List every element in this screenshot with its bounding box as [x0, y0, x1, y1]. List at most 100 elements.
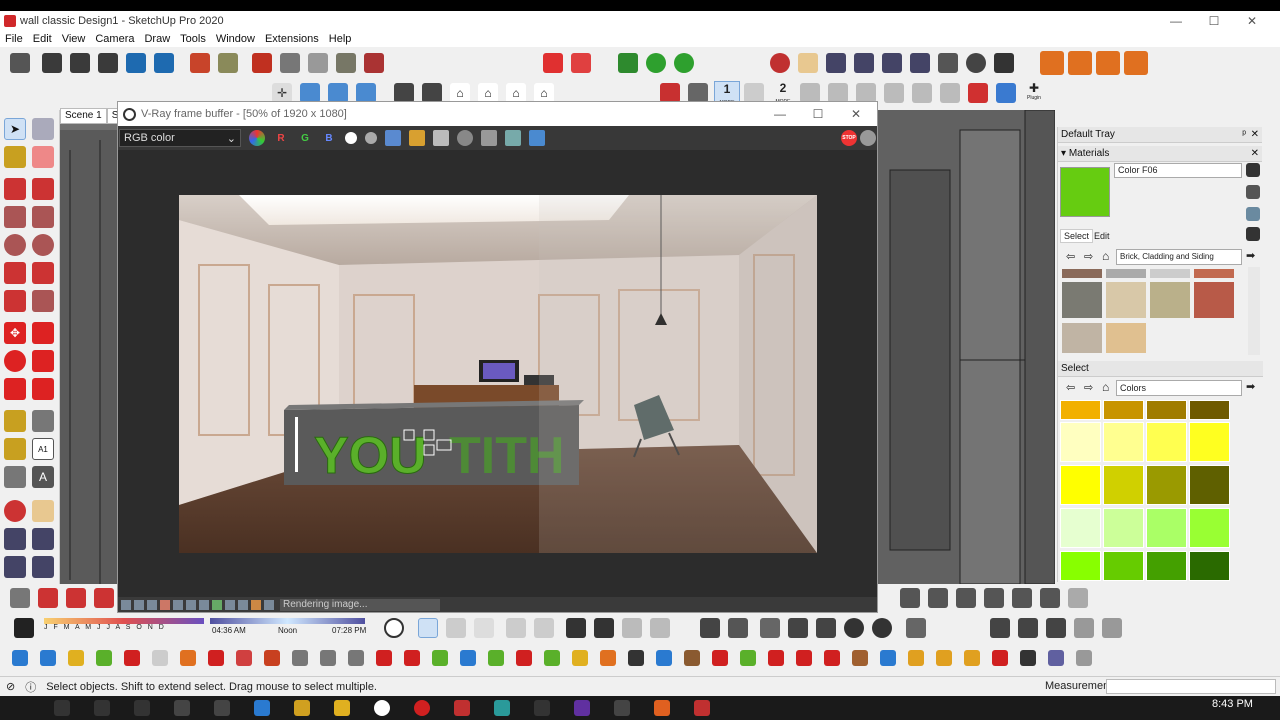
follow-me-icon[interactable]	[32, 350, 54, 372]
menu-window[interactable]: Window	[211, 33, 260, 45]
status-icon-11[interactable]	[251, 599, 261, 610]
status-icon-5[interactable]	[173, 599, 183, 610]
status-icon-1[interactable]	[121, 599, 131, 610]
edit-tab[interactable]: Edit	[1094, 231, 1110, 241]
time-slider-track[interactable]	[210, 618, 365, 624]
status-icon-10[interactable]	[238, 599, 248, 610]
dimension-icon[interactable]	[32, 410, 54, 432]
house2-icon[interactable]: ⌂	[478, 83, 498, 103]
pan-tool-icon[interactable]	[32, 500, 54, 522]
tool-x11-icon[interactable]	[1046, 618, 1066, 638]
materials-header[interactable]: ▾ Materials ✕	[1058, 146, 1262, 162]
color-swatch-3-2[interactable]	[1146, 508, 1187, 548]
back-view-icon[interactable]	[422, 83, 442, 103]
arc3-icon[interactable]	[4, 290, 26, 312]
plugin-tool-37-icon[interactable]	[1020, 650, 1036, 666]
tool-c-icon[interactable]	[856, 83, 876, 103]
status-icon-6[interactable]	[186, 599, 196, 610]
union-icon[interactable]	[308, 53, 328, 73]
plugin-tool-34-icon[interactable]	[936, 650, 952, 666]
track-mouse-icon[interactable]	[457, 130, 473, 146]
iso-view-icon[interactable]	[300, 83, 320, 103]
plugin-tool-21-icon[interactable]	[572, 650, 588, 666]
home-2-icon[interactable]: ⌂	[1102, 380, 1109, 394]
layout-icon[interactable]	[660, 83, 680, 103]
vfb-minimize-button[interactable]: —	[761, 102, 799, 126]
bottom-tool-4-icon[interactable]	[94, 588, 114, 608]
bottom-tool-6-icon[interactable]	[928, 588, 948, 608]
material-swatch-5[interactable]	[1106, 282, 1146, 318]
plugin-settings-icon[interactable]	[1124, 51, 1148, 75]
trim-icon[interactable]	[364, 53, 384, 73]
status-icon-2[interactable]	[134, 599, 144, 610]
tool-x12-icon[interactable]	[1074, 618, 1094, 638]
component-icon[interactable]	[98, 53, 118, 73]
create-material-icon[interactable]	[1246, 185, 1260, 199]
plugin-tool-1-icon[interactable]	[12, 650, 28, 666]
material-swatch-1[interactable]	[1106, 269, 1146, 278]
bottom-tool-9-icon[interactable]	[1012, 588, 1032, 608]
tape-measure-icon[interactable]	[4, 410, 26, 432]
minimize-button[interactable]: —	[1157, 11, 1195, 31]
menu-file[interactable]: File	[0, 33, 28, 45]
bottom-tool-7-icon[interactable]	[956, 588, 976, 608]
line-tool-icon[interactable]	[4, 178, 26, 200]
vray-interactive-icon[interactable]	[646, 53, 666, 73]
push-pull-icon[interactable]	[32, 322, 54, 344]
plugin-tool-23-icon[interactable]	[628, 650, 644, 666]
menu-tools[interactable]: Tools	[175, 33, 211, 45]
plugin-tool-33-icon[interactable]	[908, 650, 924, 666]
offset-icon[interactable]	[32, 378, 54, 400]
zoom-window-tool-icon[interactable]	[32, 528, 54, 550]
style-xray-icon[interactable]	[384, 618, 404, 638]
material-swatch-2[interactable]	[1150, 269, 1190, 278]
collection-select-1[interactable]: Brick, Cladding and Siding	[1116, 249, 1242, 265]
style-wire-icon[interactable]	[446, 618, 466, 638]
sample-paint-icon[interactable]	[1246, 227, 1260, 241]
material-name-field[interactable]: Color F06	[1114, 163, 1242, 178]
get-models-icon[interactable]	[10, 53, 30, 73]
plugin-tool-27-icon[interactable]	[740, 650, 756, 666]
bottom-tool-5-icon[interactable]	[900, 588, 920, 608]
scale-icon[interactable]	[4, 378, 26, 400]
freehand-icon[interactable]	[32, 178, 54, 200]
view-a-icon[interactable]	[566, 618, 586, 638]
taskbar-app-7-icon[interactable]	[374, 700, 390, 716]
back-arrow-2-icon[interactable]: ⇦	[1066, 381, 1075, 394]
plugin-tool-39-icon[interactable]	[1076, 650, 1092, 666]
plugin-tool-11-icon[interactable]	[292, 650, 308, 666]
status-icon-12[interactable]	[264, 599, 274, 610]
status-icon-7[interactable]	[199, 599, 209, 610]
rotate-icon[interactable]	[4, 350, 26, 372]
bottom-tool-11-icon[interactable]	[1068, 588, 1088, 608]
view-c-icon[interactable]	[622, 618, 642, 638]
stop-render-icon[interactable]: STOP	[841, 130, 857, 146]
style-shaded-icon[interactable]	[506, 618, 526, 638]
vfb-close-button[interactable]: ✕	[837, 102, 875, 126]
plugin-tool-35-icon[interactable]	[964, 650, 980, 666]
walk-icon[interactable]	[994, 53, 1014, 73]
eraser-icon[interactable]	[32, 146, 54, 168]
plugin-tool-28-icon[interactable]	[768, 650, 784, 666]
plugin-tool-26-icon[interactable]	[712, 650, 728, 666]
rotated-rect-icon[interactable]	[32, 206, 54, 228]
forward-arrow-icon[interactable]: ⇨	[1084, 250, 1093, 263]
style-texture-icon[interactable]	[534, 618, 554, 638]
section-plane-icon[interactable]	[190, 53, 210, 73]
tool-x6-icon[interactable]	[844, 618, 864, 638]
rectangle-icon[interactable]	[4, 206, 26, 228]
color-swatch-2-1[interactable]	[1103, 465, 1144, 505]
open-folder-icon[interactable]	[409, 130, 425, 146]
taskbar-app-5-icon[interactable]	[294, 700, 310, 716]
taskbar-app-13-icon[interactable]	[614, 700, 630, 716]
3d-text-icon[interactable]: A	[32, 466, 54, 488]
bottom-tool-2-icon[interactable]	[38, 588, 58, 608]
top-view-icon[interactable]	[328, 83, 348, 103]
extension-warehouse-icon[interactable]	[154, 53, 174, 73]
taskbar-app-3-icon[interactable]	[214, 700, 230, 716]
text-tool-icon[interactable]: A1	[32, 438, 54, 460]
plugin-push-icon[interactable]	[1096, 51, 1120, 75]
plugin-tool-19-icon[interactable]	[516, 650, 532, 666]
color-swatch-4-0[interactable]	[1060, 551, 1101, 581]
look-around-icon[interactable]	[966, 53, 986, 73]
